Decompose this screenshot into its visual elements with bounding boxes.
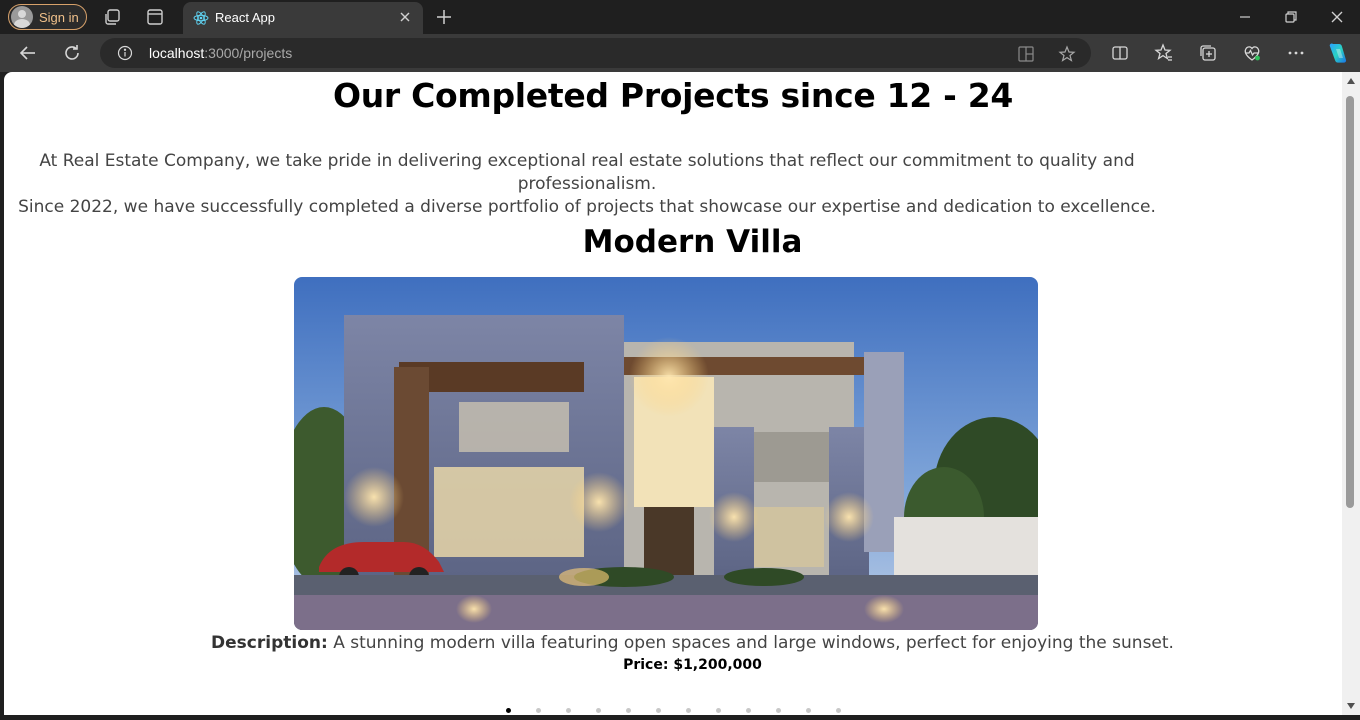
- carousel-dot[interactable]: [594, 706, 602, 714]
- react-favicon-icon: [193, 11, 209, 25]
- intro-line-1: At Real Estate Company, we take pride in…: [39, 151, 1135, 194]
- intro-paragraph: At Real Estate Company, we take pride in…: [12, 150, 1162, 219]
- new-tab-icon[interactable]: [434, 7, 454, 27]
- url-path: :3000/projects: [204, 45, 293, 61]
- carousel-dot[interactable]: [744, 706, 752, 714]
- scroll-down-arrow-icon[interactable]: [1347, 703, 1355, 709]
- tab-strip: Sign in React App: [0, 0, 1360, 34]
- sign-in-label: Sign in: [39, 9, 79, 25]
- project-description: Description: A stunning modern villa fea…: [4, 633, 1342, 653]
- close-window-icon[interactable]: [1327, 7, 1347, 27]
- tab-react-app[interactable]: React App: [183, 2, 423, 34]
- carousel-dot[interactable]: [774, 706, 782, 714]
- favorite-star-icon[interactable]: [1058, 45, 1076, 63]
- url-text[interactable]: localhost:3000/projects: [149, 45, 292, 61]
- project-price: Price: $1,200,000: [623, 657, 762, 673]
- carousel-dot[interactable]: [534, 706, 542, 714]
- project-title: Modern Villa: [582, 224, 803, 260]
- split-screen-icon[interactable]: [1110, 43, 1130, 63]
- more-menu-icon[interactable]: [1286, 43, 1306, 63]
- restore-icon[interactable]: [1281, 7, 1301, 27]
- refresh-icon[interactable]: [62, 43, 82, 63]
- description-text: A stunning modern villa featuring open s…: [333, 633, 1174, 653]
- carousel-dot[interactable]: [804, 706, 812, 714]
- back-icon[interactable]: [18, 43, 38, 63]
- intro-line-2: Since 2022, we have successfully complet…: [18, 197, 1156, 217]
- carousel-dots: [504, 706, 842, 714]
- scrollbar-thumb[interactable]: [1346, 96, 1354, 508]
- carousel-dot[interactable]: [654, 706, 662, 714]
- carousel-dot[interactable]: [564, 706, 572, 714]
- site-info-icon[interactable]: [117, 45, 133, 61]
- scroll-up-arrow-icon[interactable]: [1347, 78, 1355, 84]
- carousel-dot[interactable]: [684, 706, 692, 714]
- close-tab-icon[interactable]: [397, 9, 413, 25]
- carousel-dot[interactable]: [624, 706, 632, 714]
- carousel-dot[interactable]: [834, 706, 842, 714]
- collections-icon[interactable]: [1198, 43, 1218, 63]
- sign-in-button[interactable]: Sign in: [8, 4, 87, 30]
- workspaces-icon[interactable]: [103, 7, 123, 27]
- favorites-icon[interactable]: [1154, 43, 1174, 63]
- url-host: localhost: [149, 45, 205, 61]
- scrollbar[interactable]: [1342, 72, 1360, 715]
- tab-title: React App: [215, 10, 275, 25]
- copilot-icon[interactable]: [1326, 41, 1350, 65]
- app-available-icon[interactable]: [1017, 45, 1035, 63]
- villa-photo: [294, 277, 1038, 630]
- description-label: Description:: [211, 633, 328, 653]
- address-bar[interactable]: localhost:3000/projects: [100, 38, 1091, 68]
- page-viewport: Our Completed Projects since 12 - 24 At …: [4, 72, 1342, 715]
- carousel-dot[interactable]: [714, 706, 722, 714]
- tab-actions-icon[interactable]: [145, 7, 165, 27]
- avatar: [11, 6, 33, 28]
- carousel-dot[interactable]: [504, 706, 512, 714]
- minimize-icon[interactable]: [1235, 7, 1255, 27]
- browser-toolbar: localhost:3000/projects: [0, 34, 1360, 72]
- page-title: Our Completed Projects since 12 - 24: [332, 76, 1014, 115]
- project-image: [294, 277, 1038, 630]
- browser-essentials-icon[interactable]: [1242, 43, 1262, 63]
